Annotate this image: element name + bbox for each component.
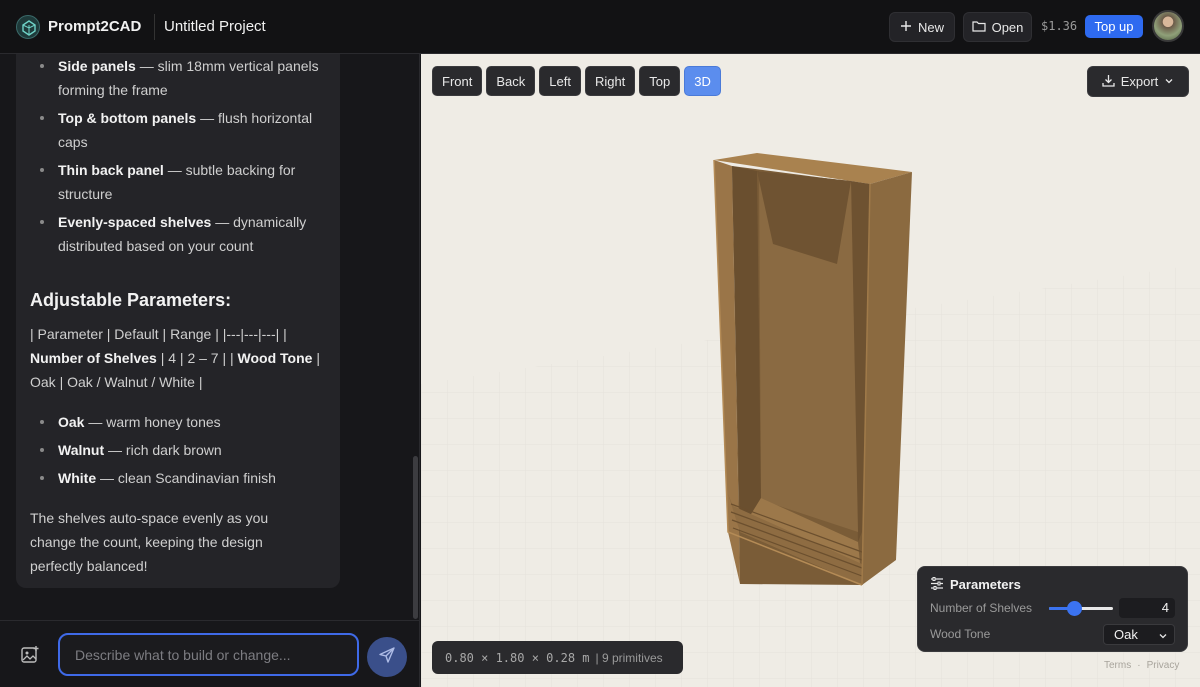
open-button[interactable]: Open [963,12,1032,42]
chevron-down-icon [1164,74,1174,89]
list-item: White — clean Scandinavian finish [40,466,338,490]
export-button-label: Export [1120,74,1159,89]
attach-image-icon[interactable] [20,645,42,667]
list-item: Thin back panel — subtle backing for str… [40,158,338,206]
view-right-button[interactable]: Right [584,66,636,96]
view-left-button[interactable]: Left [539,66,581,96]
assistant-message: Side panels — slim 18mm vertical panels … [16,54,340,588]
send-button[interactable] [367,637,407,677]
divider [154,14,155,40]
prompt-input[interactable] [58,633,359,676]
view-back-button[interactable]: Back [486,66,536,96]
list-item: Oak — warm honey tones [40,410,338,434]
folder-icon [971,20,986,35]
logo-icon[interactable] [16,15,40,39]
dimensions-readout: 0.80 × 1.80 × 0.28 m | 9 primitives [432,641,683,674]
primitive-count: | 9 primitives [595,650,663,665]
view-buttons: Front Back Left Right Top 3D [432,66,721,96]
3d-viewport[interactable]: Front Back Left Right Top 3D Export 0.80… [421,54,1200,687]
shelves-slider-handle[interactable] [1067,601,1083,616]
sliders-icon [930,577,944,595]
privacy-link[interactable]: Privacy [1147,660,1180,671]
wood-tone-select[interactable]: Oak [1103,624,1175,645]
avatar[interactable] [1152,10,1184,42]
download-icon [1102,74,1115,90]
dimensions-value: 0.80 × 1.80 × 0.28 m [445,650,590,665]
app-name: Prompt2CAD [48,18,142,35]
params-table-text: | Parameter | Default | Range | |---|---… [30,326,320,390]
list-item: Side panels — slim 18mm vertical panels … [40,54,338,102]
bookcase-model[interactable] [713,153,912,586]
terms-link[interactable]: Terms [1104,660,1131,671]
new-button-label: New [917,19,944,35]
view-3d-button[interactable]: 3D [684,66,721,96]
params-heading: Adjustable Parameters: [30,290,232,310]
closing-text: The shelves auto-space evenly as you cha… [30,510,269,574]
top-up-button[interactable]: Top up [1085,15,1143,38]
composer [0,620,420,687]
parameters-panel: Parameters Number of Shelves 4 Wood Tone… [917,566,1188,652]
new-button[interactable]: New [889,12,955,42]
chat-panel: Side panels — slim 18mm vertical panels … [0,54,420,687]
footer-separator: · [1137,660,1141,671]
list-item: Top & bottom panels — flush horizontal c… [40,106,338,154]
export-button[interactable]: Export [1087,66,1189,97]
top-bar: Prompt2CAD Untitled Project New Open $1.… [0,0,1200,54]
list-item: Walnut — rich dark brown [40,438,338,462]
scrollbar-thumb[interactable] [413,456,418,619]
view-front-button[interactable]: Front [432,66,483,96]
credit-balance: $1.36 [1041,19,1078,33]
open-button-label: Open [991,19,1024,35]
shelves-number-input[interactable]: 4 [1119,598,1175,618]
shelves-label: Number of Shelves [930,601,1033,615]
wood-tone-label: Wood Tone [930,627,991,641]
project-title[interactable]: Untitled Project [164,18,266,35]
view-top-button[interactable]: Top [639,66,681,96]
plus-icon [900,20,912,35]
parameters-title: Parameters [950,577,1021,592]
list-item: Evenly-spaced shelves — dynamically dist… [40,210,338,258]
send-icon [378,646,396,669]
wood-tone-value: Oak [1114,627,1138,642]
footer-links: Terms · Privacy [1104,660,1179,671]
